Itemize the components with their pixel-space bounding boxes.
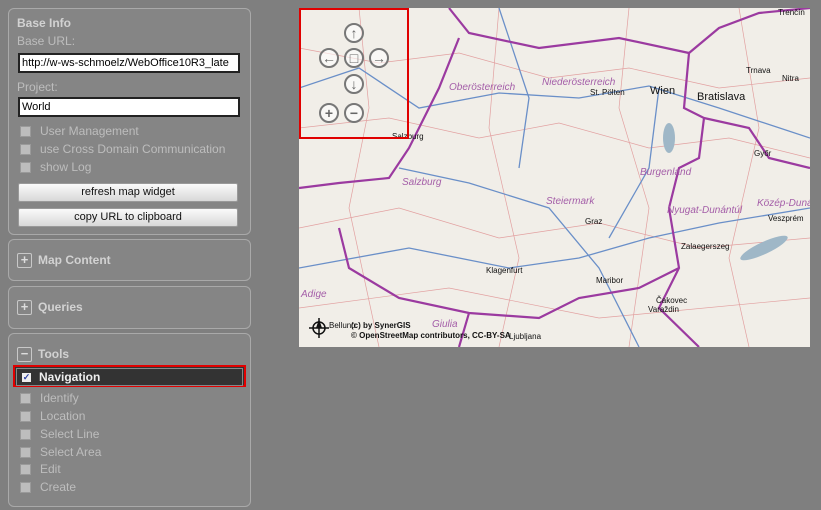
tool-edit[interactable]: Edit bbox=[20, 460, 61, 478]
map-label: Burgenland bbox=[640, 167, 691, 178]
tool-label: Select Area bbox=[40, 445, 101, 459]
zoom-in-icon[interactable]: + bbox=[319, 103, 339, 123]
tool-label: Identify bbox=[40, 391, 79, 405]
checkbox[interactable] bbox=[20, 464, 31, 475]
map-label: Trnava bbox=[746, 66, 771, 75]
option-label: User Management bbox=[40, 124, 139, 138]
map-content-title: Map Content bbox=[38, 253, 111, 267]
queries-panel[interactable]: + Queries bbox=[8, 286, 251, 329]
tool-label: Edit bbox=[40, 462, 61, 476]
queries-header[interactable]: + Queries bbox=[17, 300, 83, 315]
copyright-line2: © OpenStreetMap contributors, CC-BY-SA bbox=[351, 331, 511, 340]
copyright-line1: (c) by SynerGIS bbox=[351, 321, 411, 330]
map-label: Nitra bbox=[782, 74, 799, 83]
checkbox[interactable] bbox=[20, 393, 31, 404]
show-log-option[interactable]: show Log bbox=[20, 158, 91, 176]
map-label: Közép-Dunántúl bbox=[757, 198, 810, 209]
expand-icon[interactable]: + bbox=[17, 253, 32, 268]
checkbox[interactable] bbox=[20, 411, 31, 422]
map-content-panel[interactable]: + Map Content bbox=[8, 239, 251, 281]
base-info-panel: Base Info Base URL: http://w-ws-schmoelz… bbox=[8, 8, 251, 235]
tool-create[interactable]: Create bbox=[20, 478, 76, 496]
map-label: Čakovec bbox=[656, 296, 687, 305]
map-label: Trenčín bbox=[778, 8, 805, 17]
pan-right-icon[interactable]: → bbox=[369, 48, 389, 68]
tool-label: Select Line bbox=[40, 427, 99, 441]
checkbox[interactable] bbox=[20, 447, 31, 458]
map-label: Giulia bbox=[432, 319, 458, 330]
map-label: Salzburg bbox=[402, 177, 441, 188]
map-label: Adige bbox=[301, 289, 327, 300]
map-label: Zalaegerszeg bbox=[681, 242, 729, 251]
map-label: Wien bbox=[650, 85, 675, 97]
tool-select-line[interactable]: Select Line bbox=[20, 425, 99, 443]
tool-label: Create bbox=[40, 480, 76, 494]
option-label: use Cross Domain Communication bbox=[40, 142, 225, 156]
base-info-title: Base Info bbox=[17, 16, 71, 30]
map-label: Nyugat-Dunántúl bbox=[667, 205, 742, 216]
user-management-option[interactable]: User Management bbox=[20, 122, 139, 140]
cross-domain-option[interactable]: use Cross Domain Communication bbox=[20, 140, 225, 158]
pan-left-icon[interactable]: ← bbox=[319, 48, 339, 68]
zoom-out-icon[interactable]: − bbox=[344, 103, 364, 123]
map-content-header[interactable]: + Map Content bbox=[17, 253, 111, 268]
checkbox[interactable] bbox=[20, 144, 31, 155]
map-label: Bratislava bbox=[697, 91, 745, 103]
base-url-input[interactable]: http://w-ws-schmoelz/WebOffice10R3_late bbox=[18, 53, 240, 73]
tool-select-area[interactable]: Select Area bbox=[20, 443, 101, 461]
map-label: Veszprém bbox=[768, 214, 804, 223]
checkbox[interactable] bbox=[20, 126, 31, 137]
collapse-icon[interactable]: − bbox=[17, 347, 32, 362]
map-label: Oberösterreich bbox=[449, 82, 515, 93]
map-widget[interactable]: Oberösterreich Niederösterreich St. Pölt… bbox=[299, 8, 810, 347]
map-label: Graz bbox=[585, 217, 602, 226]
copy-url-button[interactable]: copy URL to clipboard bbox=[18, 208, 238, 227]
expand-icon[interactable]: + bbox=[17, 300, 32, 315]
checkbox[interactable] bbox=[20, 429, 31, 440]
refresh-map-widget-button[interactable]: refresh map widget bbox=[18, 183, 238, 202]
map-label: Maribor bbox=[596, 276, 623, 285]
project-label: Project: bbox=[17, 80, 58, 94]
pan-down-icon[interactable]: ↓ bbox=[344, 74, 364, 94]
zoom-extent-icon[interactable]: □ bbox=[344, 48, 364, 68]
navigation-control: ↑ ← □ → ↓ + − bbox=[299, 8, 409, 139]
base-url-label: Base URL: bbox=[17, 34, 75, 48]
map-label: Steiermark bbox=[546, 196, 594, 207]
tool-navigation[interactable]: ✓ Navigation bbox=[13, 365, 246, 387]
tool-label: Navigation bbox=[39, 370, 100, 384]
map-label: Varaždin bbox=[648, 305, 679, 314]
option-label: show Log bbox=[40, 160, 91, 174]
map-label: St. Pölten bbox=[590, 88, 625, 97]
map-label: Ljubljana bbox=[509, 332, 541, 341]
pan-up-icon[interactable]: ↑ bbox=[344, 23, 364, 43]
tool-label: Location bbox=[40, 409, 85, 423]
tools-title: Tools bbox=[38, 347, 69, 361]
queries-title: Queries bbox=[38, 300, 83, 314]
tools-panel: −Tools ✓ Navigation Identify Location Sel… bbox=[8, 333, 251, 507]
tool-identify[interactable]: Identify bbox=[20, 389, 79, 407]
map-label: Győr bbox=[754, 149, 771, 158]
tool-location[interactable]: Location bbox=[20, 407, 85, 425]
north-arrow-icon bbox=[308, 317, 330, 339]
map-label: Niederösterreich bbox=[542, 77, 615, 88]
project-input[interactable]: World bbox=[18, 97, 240, 117]
checkbox-checked[interactable]: ✓ bbox=[22, 373, 31, 382]
checkbox[interactable] bbox=[20, 482, 31, 493]
checkbox[interactable] bbox=[20, 162, 31, 173]
map-label: Klagenfurt bbox=[486, 266, 522, 275]
tools-header[interactable]: −Tools bbox=[17, 347, 69, 362]
